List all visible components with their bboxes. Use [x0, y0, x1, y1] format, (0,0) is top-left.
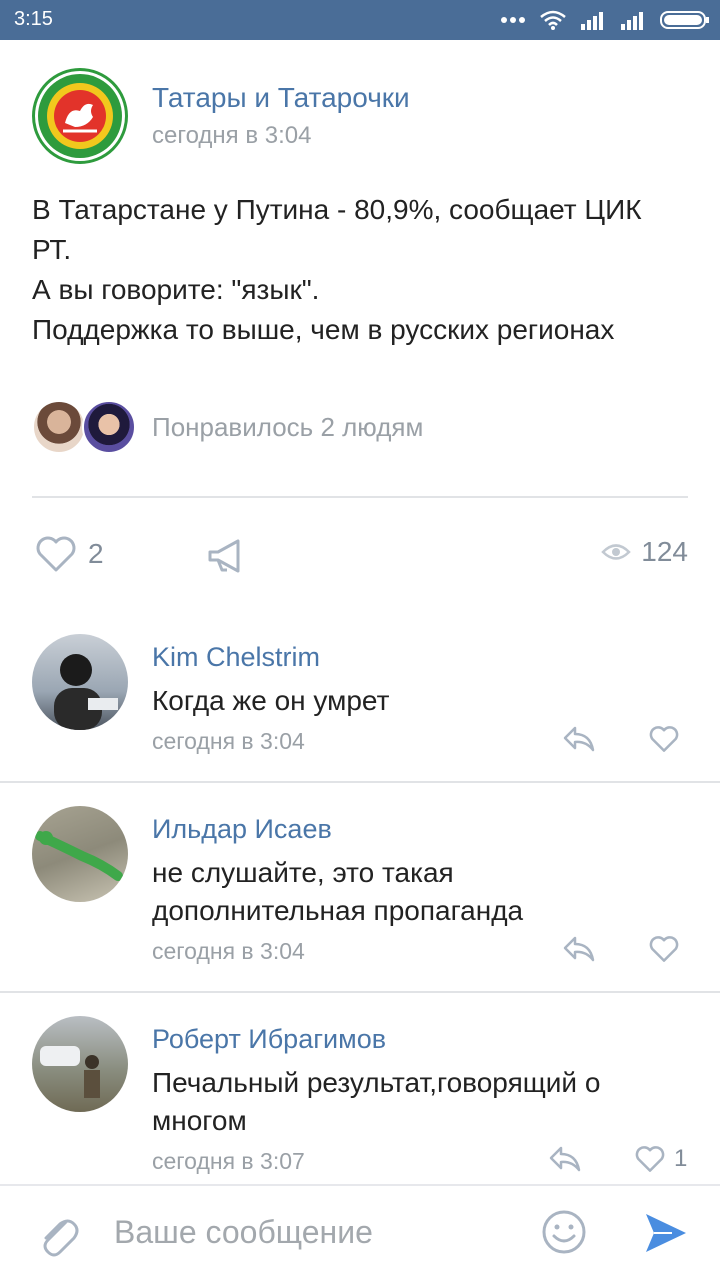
- comment-time: сегодня в 3:07: [152, 1148, 305, 1174]
- post-text-line: Поддержка то выше, чем в русских региона…: [32, 314, 615, 345]
- heart-icon: [36, 536, 76, 572]
- send-icon: [646, 1214, 686, 1252]
- reply-button[interactable]: [548, 1144, 582, 1179]
- paperclip-icon: [43, 1219, 79, 1257]
- status-bar: 3:15: [0, 0, 720, 40]
- share-button[interactable]: [204, 536, 248, 581]
- heart-icon: [635, 1146, 665, 1172]
- emoji-button[interactable]: [540, 1208, 588, 1261]
- post-text-line: А вы говорите: "язык".: [32, 274, 320, 305]
- post-text-line: РТ.: [32, 234, 72, 265]
- likes-count: 2: [88, 538, 104, 569]
- lizard-icon: [35, 831, 123, 881]
- person-icon: [40, 1046, 100, 1098]
- status-time: 3:15: [14, 8, 53, 30]
- comment-like-button[interactable]: [648, 724, 688, 754]
- comment-separator: [0, 991, 720, 993]
- comment-text: не слушайте, это такая дополнительная пр…: [152, 854, 692, 930]
- smiley-icon: [542, 1210, 586, 1254]
- heart-icon: [649, 726, 679, 752]
- battery-icon: [660, 11, 709, 29]
- megaphone-icon: [208, 539, 240, 573]
- attach-button[interactable]: [36, 1210, 80, 1263]
- post-text-line: В Татарстане у Путина - 80,9%, сообщает …: [32, 194, 642, 225]
- commenter-avatar[interactable]: [32, 1016, 128, 1112]
- message-input[interactable]: Ваше сообщение: [114, 1214, 373, 1251]
- send-button[interactable]: [642, 1210, 688, 1261]
- commenter-avatar[interactable]: [32, 634, 128, 730]
- divider: [32, 496, 688, 498]
- group-name-link[interactable]: Татары и Татарочки: [152, 82, 410, 114]
- comment-text-line: Когда же он умрет: [152, 685, 390, 716]
- liked-by-text[interactable]: Понравилось 2 людям: [152, 412, 423, 443]
- comment-text-line: многом: [152, 1105, 247, 1136]
- comment-author[interactable]: Kim Chelstrim: [152, 642, 320, 673]
- eye-icon: [601, 544, 632, 560]
- message-composer: Ваше сообщение: [0, 1184, 720, 1280]
- comment-time: сегодня в 3:04: [152, 728, 305, 754]
- group-avatar[interactable]: [32, 68, 128, 164]
- post-text: В Татарстане у Путина - 80,9%, сообщает …: [32, 190, 692, 350]
- comment-like-button[interactable]: 1: [634, 1144, 687, 1174]
- reply-arrow-icon: [563, 936, 595, 962]
- liked-by-avatars[interactable]: [32, 400, 142, 456]
- person-icon: [54, 654, 118, 730]
- reply-button[interactable]: [562, 934, 596, 969]
- comment-text: Когда же он умрет: [152, 682, 692, 720]
- comment-separator: [0, 781, 720, 783]
- tatarstan-emblem-icon: [38, 74, 122, 158]
- signal-icon: [581, 12, 603, 30]
- views-counter: 124: [601, 536, 688, 568]
- views-count: 124: [641, 536, 688, 567]
- comment-likes-count: 1: [674, 1145, 688, 1172]
- heart-icon: [649, 936, 679, 962]
- commenter-avatar[interactable]: [32, 806, 128, 902]
- wifi-icon: [540, 10, 566, 30]
- signal-icon: [621, 12, 643, 30]
- comment-author[interactable]: Ильдар Исаев: [152, 814, 332, 845]
- comment-text-line: Печальный результат,говорящий о: [152, 1067, 601, 1098]
- reply-arrow-icon: [549, 1146, 581, 1172]
- like-button[interactable]: 2: [34, 534, 104, 574]
- comment-text: Печальный результат,говорящий о многом: [152, 1064, 692, 1140]
- comment-author[interactable]: Роберт Ибрагимов: [152, 1024, 386, 1055]
- reply-arrow-icon: [563, 726, 595, 752]
- avatar: [32, 400, 86, 454]
- avatar: [82, 400, 136, 454]
- dots-icon: [501, 17, 525, 23]
- status-icons: [500, 6, 710, 34]
- post-timestamp: сегодня в 3:04: [152, 122, 312, 149]
- comment-text-line: не слушайте, это такая: [152, 857, 454, 888]
- comment-time: сегодня в 3:04: [152, 938, 305, 964]
- reply-button[interactable]: [562, 724, 596, 759]
- comment-text-line: дополнительная пропаганда: [152, 895, 524, 926]
- comment-like-button[interactable]: [648, 934, 688, 964]
